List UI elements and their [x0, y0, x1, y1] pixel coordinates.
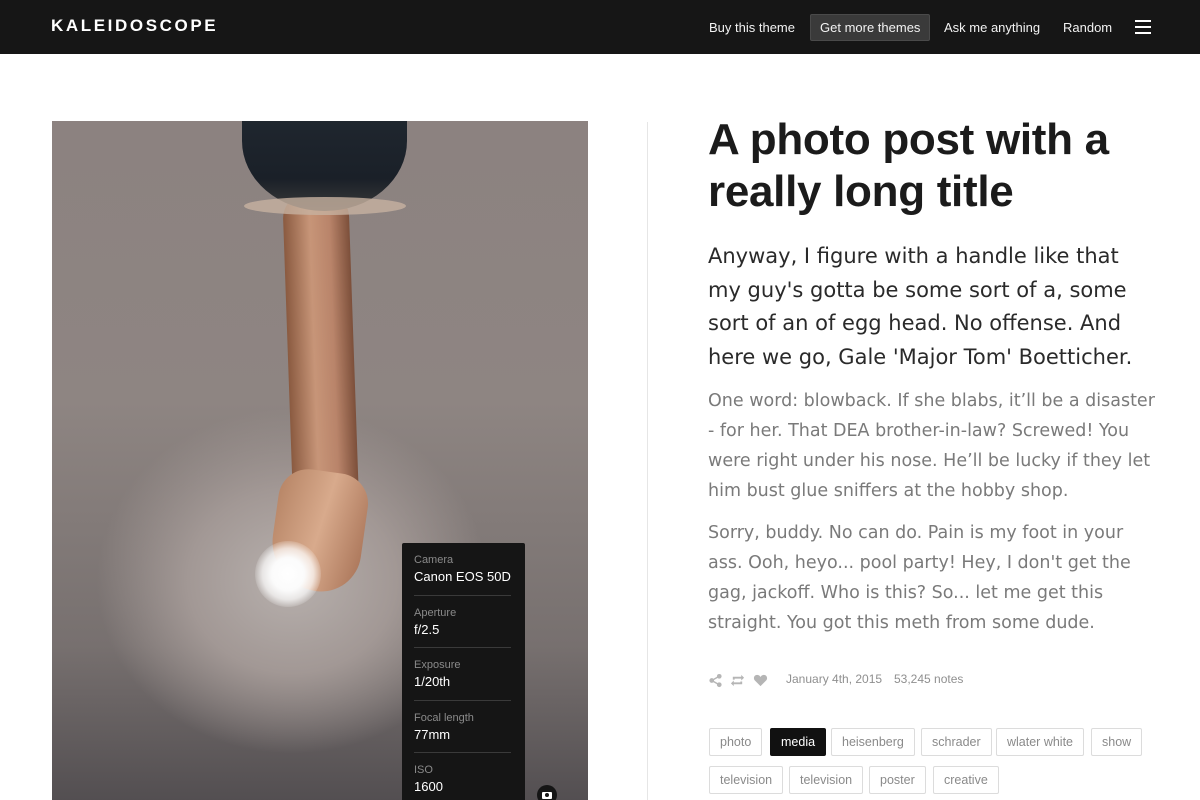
exif-focal-length: Focal length 77mm [414, 701, 511, 753]
nav-random[interactable]: Random [1054, 14, 1121, 41]
tag-creative[interactable]: creative [933, 766, 999, 794]
tag-poster[interactable]: poster [869, 766, 926, 794]
exif-label: Aperture [414, 606, 457, 619]
exif-camera: Camera Canon EOS 50D [414, 543, 511, 596]
exif-panel: Camera Canon EOS 50D Aperture f/2.5 Expo… [402, 543, 525, 800]
exif-value: 77mm [414, 726, 451, 742]
exif-label: Focal length [414, 711, 474, 724]
reblog-icon[interactable] [730, 673, 745, 688]
tag-show[interactable]: show [1091, 728, 1143, 756]
heart-icon[interactable] [753, 673, 768, 688]
post-date[interactable]: January 4th, 2015 [786, 672, 882, 686]
exif-exposure: Exposure 1/20th [414, 648, 511, 701]
photo-lamp-rim [244, 197, 406, 215]
top-navigation-bar: KALEIDOSCOPE Buy this theme Get more the… [0, 0, 1200, 54]
share-icon[interactable] [708, 673, 723, 688]
camera-icon[interactable] [537, 785, 557, 800]
site-logo[interactable]: KALEIDOSCOPE [51, 16, 218, 36]
post-lead-paragraph: Anyway, I figure with a handle like that… [708, 244, 1133, 369]
exif-value: 1/20th [414, 674, 451, 689]
tag-television[interactable]: television [789, 766, 864, 794]
tag-wlater-white[interactable]: wlater white [996, 728, 1084, 756]
hamburger-menu-icon[interactable] [1135, 20, 1151, 34]
photo-lightbulb [255, 541, 321, 607]
post-notes-count[interactable]: 53,245 notes [894, 672, 963, 686]
exif-iso: ISO 1600 [414, 753, 511, 800]
exif-value: f/2.5 [414, 621, 440, 637]
nav-ask-me-anything[interactable]: Ask me anything [935, 14, 1049, 41]
post-paragraph: One word: blowback. If she blabs, it’ll … [708, 391, 1155, 501]
nav-buy-theme[interactable]: Buy this theme [700, 14, 804, 41]
tag-schrader[interactable]: schrader [921, 728, 992, 756]
exif-value: Canon EOS 50D [414, 569, 511, 584]
exif-label: ISO [414, 764, 433, 776]
tag-media[interactable]: media [770, 728, 827, 756]
exif-label: Camera [414, 554, 454, 566]
post-title: A photo post with a really long title [708, 115, 1109, 216]
column-divider [647, 122, 648, 800]
exif-label: Exposure [414, 659, 461, 671]
exif-aperture: Aperture f/2.5 [414, 596, 511, 648]
nav-get-more-themes[interactable]: Get more themes [810, 14, 931, 41]
tag-photo[interactable]: photo [709, 728, 763, 756]
tag-heisenberg[interactable]: heisenberg [831, 728, 915, 756]
tag-television[interactable]: television [709, 766, 784, 794]
exif-value: 1600 [414, 779, 443, 794]
post-paragraph: Sorry, buddy. No can do. Pain is my foot… [708, 523, 1131, 633]
